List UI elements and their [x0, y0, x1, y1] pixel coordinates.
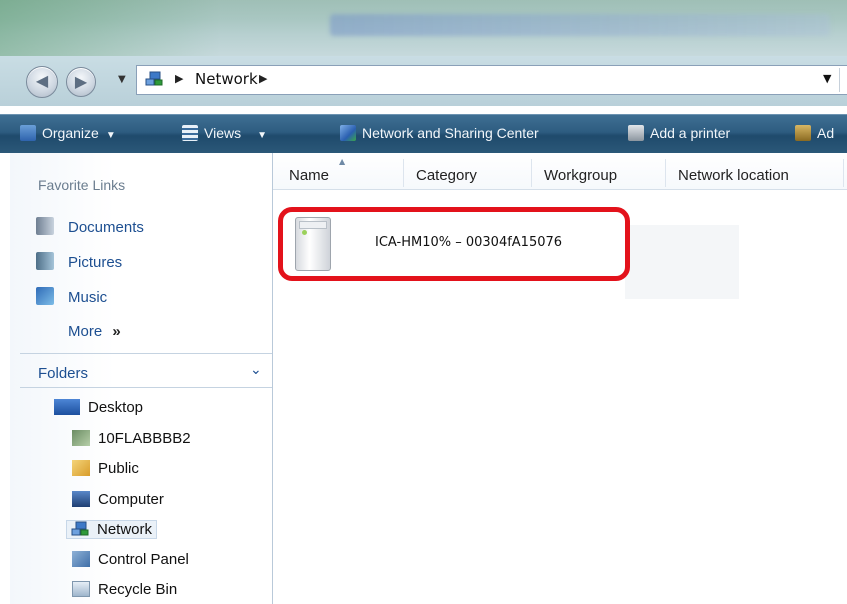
network-sharing-icon: [340, 125, 356, 141]
back-button[interactable]: ◀: [26, 66, 58, 98]
tree-item-user-folder[interactable]: 10FLABBBB2: [72, 430, 191, 447]
highlight-callout: [278, 207, 630, 281]
forward-button[interactable]: ▶: [66, 67, 96, 97]
more-label: More: [68, 323, 103, 340]
nav-link-music[interactable]: Music: [36, 287, 107, 306]
add-device-label: Ad: [817, 125, 835, 141]
item-hover-background: [625, 225, 739, 299]
network-icon: [145, 71, 163, 86]
column-name[interactable]: Name: [289, 167, 329, 184]
favorite-links-heading: Favorite Links: [38, 177, 126, 193]
section-divider: [20, 353, 272, 354]
recycle-bin-icon: [72, 581, 90, 597]
breadcrumb-separator-icon[interactable]: ▶: [175, 72, 183, 85]
tree-item-label: Recycle Bin: [98, 581, 178, 598]
tree-item-label: Control Panel: [98, 551, 189, 568]
desktop-icon: [54, 399, 80, 415]
folder-icon: [72, 460, 90, 476]
organize-label: Organize: [42, 125, 99, 141]
column-header-row: ▲ Name Category Workgroup Network locati…: [273, 153, 847, 190]
network-sharing-center-button[interactable]: Network and Sharing Center: [340, 125, 539, 141]
column-divider[interactable]: [531, 159, 532, 187]
nav-link-pictures[interactable]: Pictures: [36, 252, 122, 271]
window-title-area: [330, 14, 830, 36]
column-network-location[interactable]: Network location: [678, 167, 789, 184]
address-divider: [839, 68, 840, 92]
nav-link-label: Music: [68, 289, 108, 306]
column-divider[interactable]: [843, 159, 844, 187]
tree-item-label: Computer: [98, 491, 164, 508]
tree-item-desktop[interactable]: Desktop: [54, 399, 143, 416]
command-toolbar: Organize ▼ Views ▼ Network and Sharing Cen…: [0, 114, 847, 153]
views-icon: [182, 125, 198, 141]
more-links-button[interactable]: More »: [68, 323, 121, 340]
breadcrumb-network[interactable]: Network: [195, 70, 258, 88]
navigation-pane: Favorite Links Documents Pictures Music …: [10, 153, 273, 604]
chevron-down-icon: ▼: [105, 130, 116, 141]
tree-item-control-panel[interactable]: Control Panel: [72, 551, 189, 568]
pictures-icon: [36, 252, 54, 270]
tree-item-label: 10FLABBBB2: [98, 430, 191, 447]
control-panel-icon: [72, 551, 90, 567]
chevron-down-icon[interactable]: ⌄: [250, 362, 262, 378]
printer-icon: [628, 125, 644, 141]
forward-arrow-icon: ▶: [74, 72, 88, 91]
address-field[interactable]: ▶ Network ▶ ▼: [136, 65, 847, 95]
tree-item-recycle-bin[interactable]: Recycle Bin: [72, 581, 177, 598]
section-divider: [20, 387, 272, 388]
tree-item-network[interactable]: Network: [66, 520, 158, 539]
double-chevron-icon: »: [112, 323, 121, 340]
views-menu-button[interactable]: Views ▼: [182, 125, 267, 141]
tree-item-computer[interactable]: Computer: [72, 491, 164, 508]
column-divider[interactable]: [403, 159, 404, 187]
computer-icon: [72, 491, 90, 507]
views-label: Views: [204, 125, 242, 141]
add-printer-button[interactable]: Add a printer: [628, 125, 730, 141]
documents-icon: [36, 217, 54, 235]
column-category[interactable]: Category: [416, 167, 477, 184]
user-folder-icon: [72, 430, 90, 446]
network-sharing-label: Network and Sharing Center: [362, 125, 539, 141]
device-icon: [795, 125, 811, 141]
nav-link-label: Pictures: [68, 254, 123, 271]
explorer-window: ◀ ▶ ▼ ▶ Network ▶ ▼ Organize ▼ Views ▼ Net…: [0, 0, 847, 604]
tree-item-label: Network: [97, 521, 153, 538]
back-arrow-icon: ◀: [35, 71, 49, 90]
sort-ascending-icon: ▲: [339, 157, 346, 166]
add-printer-label: Add a printer: [650, 125, 731, 141]
column-workgroup[interactable]: Workgroup: [544, 167, 617, 184]
network-icon: [71, 521, 89, 536]
chevron-down-icon: ▼: [257, 130, 267, 141]
tree-item-label: Desktop: [88, 399, 144, 416]
column-divider[interactable]: [665, 159, 666, 187]
organize-icon: [20, 125, 36, 141]
organize-menu-button[interactable]: Organize ▼: [20, 125, 116, 141]
title-bar: [0, 0, 847, 56]
tree-item-label: Public: [98, 460, 139, 477]
breadcrumb-separator-icon[interactable]: ▶: [259, 72, 267, 85]
folders-heading[interactable]: Folders: [38, 365, 88, 382]
desktop-background: [0, 0, 220, 56]
address-dropdown-icon[interactable]: ▼: [823, 72, 831, 85]
add-device-button[interactable]: Ad: [795, 125, 834, 141]
music-icon: [36, 287, 54, 305]
nav-link-documents[interactable]: Documents: [36, 217, 144, 236]
file-list-pane: ▲ Name Category Workgroup Network locati…: [273, 153, 847, 604]
nav-link-label: Documents: [68, 219, 144, 236]
recent-pages-dropdown[interactable]: ▼: [118, 74, 126, 85]
tree-item-public[interactable]: Public: [72, 460, 139, 477]
